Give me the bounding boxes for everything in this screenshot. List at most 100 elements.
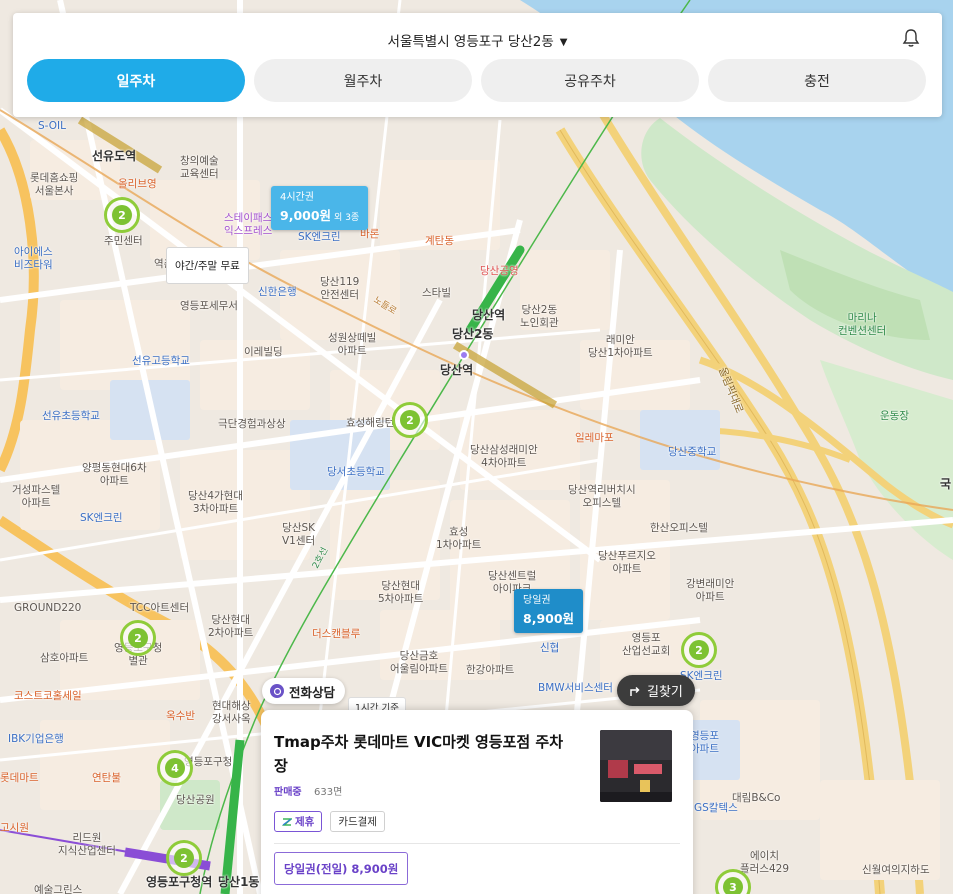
map-label: 당산금호 어울림아파트 <box>390 650 448 675</box>
location-selector[interactable]: 서울특별시 영등포구 당산2동 ▼ <box>13 30 942 50</box>
map-label: 신협 <box>540 642 560 654</box>
parking-lot-card[interactable]: Tmap주차 롯데마트 VIC마켓 영등포점 주차장 판매중 633면 제휴 카… <box>261 710 693 894</box>
map-label: 옥수반 <box>166 710 195 722</box>
map-label: 래미안 당산1차아파트 <box>588 334 653 359</box>
selected-price-tag-marker[interactable]: 당일권 8,900원 <box>514 589 584 633</box>
map-label: 이레빌딩 <box>244 346 283 358</box>
map-label: 올리브영 <box>118 178 157 190</box>
parking-count: 2 <box>689 640 709 660</box>
map-label: 양평동현대6차 아파트 <box>82 462 147 487</box>
top-panel: 서울특별시 영등포구 당산2동 ▼ 일주차 월주차 공유주차 충전 <box>13 13 942 117</box>
map-label: 영등포 아파트 <box>690 730 719 755</box>
map-label: 당산4가현대 3차아파트 <box>188 490 243 515</box>
map-label: 당산역 <box>472 308 506 322</box>
map-label: 효성해링턴 <box>346 417 395 429</box>
parking-count: 3 <box>723 877 743 894</box>
parking-count: 2 <box>174 848 194 868</box>
parking-cluster-marker[interactable]: 2 <box>392 402 428 438</box>
map-label: S-OIL <box>38 120 66 132</box>
tab-charging[interactable]: 충전 <box>708 59 926 102</box>
map-label: 영등포 산업선교회 <box>622 632 671 657</box>
price-tag-extra: 외 3종 <box>334 213 360 223</box>
parking-lot-photo[interactable] <box>600 730 672 802</box>
parking-lot-name: Tmap주차 롯데마트 VIC마켓 영등포점 주차장 <box>274 733 564 775</box>
tab-daily-parking[interactable]: 일주차 <box>27 59 245 102</box>
map-label: 연탄불 <box>92 772 121 784</box>
map-label: 주민센터 <box>104 235 143 247</box>
map-label: 신한은행 <box>258 286 297 298</box>
map-label: 예술그린스 <box>34 884 83 894</box>
parking-cluster-marker[interactable]: 2 <box>104 197 140 233</box>
parking-cluster-marker[interactable]: 4 <box>157 750 193 786</box>
headset-icon <box>270 684 284 698</box>
badge-row: 제휴 카드결제 <box>274 811 385 832</box>
partner-badge: 제휴 <box>274 811 323 832</box>
map-label: 리드원 지식산업센터 <box>58 832 116 857</box>
map-label: 더스캔블루 <box>312 628 361 640</box>
map-label: 당산현대 5차아파트 <box>378 580 424 605</box>
parking-cluster-marker[interactable]: 2 <box>120 620 156 656</box>
parking-spaces: 633면 <box>314 787 343 798</box>
phone-consult-label: 전화상담 <box>289 684 336 700</box>
parking-count: 2 <box>112 205 132 225</box>
map-label: 현대해상 강서사옥 <box>212 700 251 725</box>
map-label: 선유초등학교 <box>42 410 100 422</box>
map-label: 롯데마트 <box>0 772 39 784</box>
map-label: 당산역리버치시 오피스텔 <box>568 484 636 509</box>
map-label: 롯데홈쇼핑 서울본사 <box>30 172 79 197</box>
directions-label: 길찾기 <box>647 685 683 700</box>
map-label: 당산현대 2차아파트 <box>208 614 254 639</box>
map-label: GS칼텍스 <box>694 802 738 814</box>
directions-button[interactable]: 길찾기 <box>617 675 695 706</box>
map-label: 영등포구청역 <box>146 875 213 889</box>
map-label: SK엔크린 <box>80 512 123 524</box>
map-label: SK엔크린 <box>298 231 341 243</box>
parking-cluster-marker[interactable]: 2 <box>681 632 717 668</box>
tab-shared-parking[interactable]: 공유주차 <box>481 59 699 102</box>
map-label: 스테이패스 익스프레스 <box>224 212 273 237</box>
bell-icon[interactable] <box>902 28 920 48</box>
day-ticket-option[interactable]: 당일권(전일) 8,900원 <box>274 852 409 885</box>
divider <box>274 843 680 844</box>
map-label: 선유고등학교 <box>132 355 190 367</box>
price-tag-marker[interactable]: 4시간권 9,000원 외 3종 <box>271 186 369 230</box>
partner-badge-label: 제휴 <box>295 816 315 828</box>
map-label: 삼호아파트 <box>40 652 89 664</box>
parking-count: 2 <box>400 410 420 430</box>
map-label: 당산푸르지오 아파트 <box>598 550 656 575</box>
parking-type-tabs: 일주차 월주차 공유주차 충전 <box>27 59 926 102</box>
tab-monthly-parking[interactable]: 월주차 <box>254 59 472 102</box>
map-label: GROUND220 <box>14 602 82 614</box>
map-label: 고시원 <box>0 822 29 834</box>
price-tag-type: 당일권 <box>523 595 551 606</box>
map-label: 국 <box>940 477 952 491</box>
map-label: 당산공원 <box>176 794 215 806</box>
parking-cluster-marker[interactable]: 2 <box>166 840 202 876</box>
map-label: 당산1동 <box>218 875 260 889</box>
map-label: TCC아트센터 <box>130 602 190 614</box>
map-label: 계탄동 <box>425 235 454 247</box>
map-label: 당산2동 노인회관 <box>520 304 559 329</box>
map-label: 당서초등학교 <box>327 466 385 478</box>
map-label: 거성파스텔 아파트 <box>12 484 61 509</box>
partner-logo-icon <box>282 817 292 826</box>
price-tag-type: 4시간권 <box>280 192 314 203</box>
parking-count: 2 <box>128 628 148 648</box>
card-payment-badge: 카드결제 <box>330 811 385 832</box>
parking-count: 4 <box>165 758 185 778</box>
location-text: 서울특별시 영등포구 당산2동 <box>387 34 554 50</box>
map-label: 한산오피스텔 <box>650 522 708 534</box>
map-label: 대림B&Co <box>732 792 781 804</box>
caret-down-icon: ▼ <box>559 37 568 48</box>
night-free-tag[interactable]: 야간/주말 무료 <box>166 247 249 284</box>
price-tag-price: 8,900원 <box>523 611 575 626</box>
map-label: 마리나 컨벤션센터 <box>838 312 887 337</box>
map-label: 코스트코홀세일 <box>14 690 82 702</box>
map-label: 당산2동 <box>452 327 494 341</box>
map-label: 창의예술 교육센터 <box>180 155 219 180</box>
map-label: 성원상떼빌 아파트 <box>328 332 377 357</box>
map-label: 스타빌 <box>422 287 451 299</box>
map-label: 운동장 <box>880 410 909 422</box>
phone-consult-button[interactable]: 전화상담 <box>262 678 346 704</box>
map-label: 극단경험과상상 <box>218 418 286 430</box>
